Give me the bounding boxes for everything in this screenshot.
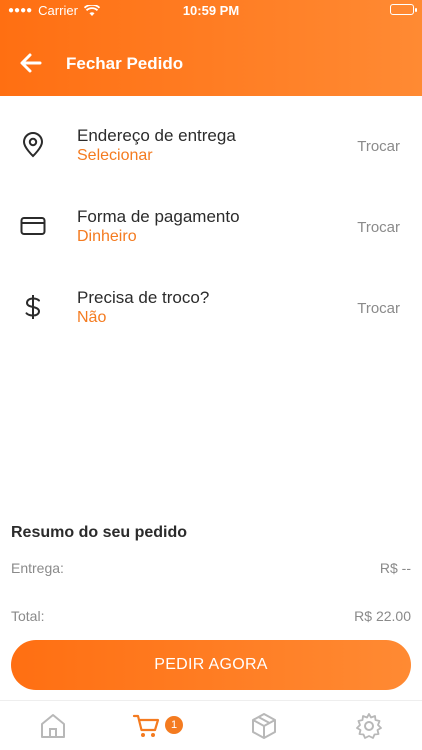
box-icon[interactable] bbox=[249, 711, 279, 741]
tab-bar bbox=[0, 700, 422, 750]
cart-icon[interactable] bbox=[132, 711, 162, 741]
change-payment-button[interactable]: Trocar bbox=[357, 219, 400, 236]
header: ●●●● Carrier 10:59 PM Fechar Pedido bbox=[0, 0, 422, 96]
payment-method-value: Dinheiro bbox=[77, 228, 137, 245]
back-arrow-icon[interactable] bbox=[18, 50, 44, 76]
delivery-address-value: Selecionar bbox=[77, 147, 153, 164]
payment-method-row[interactable]: Forma de pagamento Dinheiro Trocar bbox=[0, 177, 422, 247]
delivery-fee-value: R$ -- bbox=[379, 560, 411, 576]
delivery-fee-label: Entrega: bbox=[11, 560, 64, 576]
page-title: Fechar Pedido bbox=[66, 54, 184, 73]
credit-card-icon bbox=[20, 217, 46, 235]
battery-icon bbox=[390, 4, 417, 15]
change-needed-value: Não bbox=[77, 309, 107, 326]
dollar-icon bbox=[25, 295, 41, 319]
cart-count-badge: 1 bbox=[165, 716, 183, 734]
delivery-address-row[interactable]: Endereço de entrega Selecionar Trocar bbox=[0, 96, 422, 166]
delivery-fee-row: Entrega: R$ -- bbox=[11, 560, 411, 576]
app-bar: Fechar Pedido bbox=[0, 40, 422, 86]
status-bar: ●●●● Carrier 10:59 PM bbox=[0, 0, 422, 22]
home-icon[interactable] bbox=[38, 711, 68, 741]
total-value: R$ 22.00 bbox=[354, 608, 411, 624]
order-summary-title: Resumo do seu pedido bbox=[11, 524, 188, 541]
change-needed-row[interactable]: Precisa de troco? Não Trocar bbox=[0, 258, 422, 328]
payment-method-label: Forma de pagamento bbox=[77, 207, 240, 226]
status-time: 10:59 PM bbox=[182, 3, 240, 18]
total-label: Total: bbox=[11, 608, 45, 624]
change-address-button[interactable]: Trocar bbox=[357, 138, 400, 155]
location-pin-icon bbox=[22, 132, 44, 158]
change-change-button[interactable]: Trocar bbox=[357, 300, 400, 317]
change-needed-label: Precisa de troco? bbox=[77, 288, 210, 307]
order-now-button[interactable]: PEDIR AGORA bbox=[11, 640, 411, 690]
delivery-address-label: Endereço de entrega bbox=[77, 126, 236, 145]
total-row: Total: R$ 22.00 bbox=[11, 608, 411, 624]
gear-icon[interactable] bbox=[354, 711, 384, 741]
